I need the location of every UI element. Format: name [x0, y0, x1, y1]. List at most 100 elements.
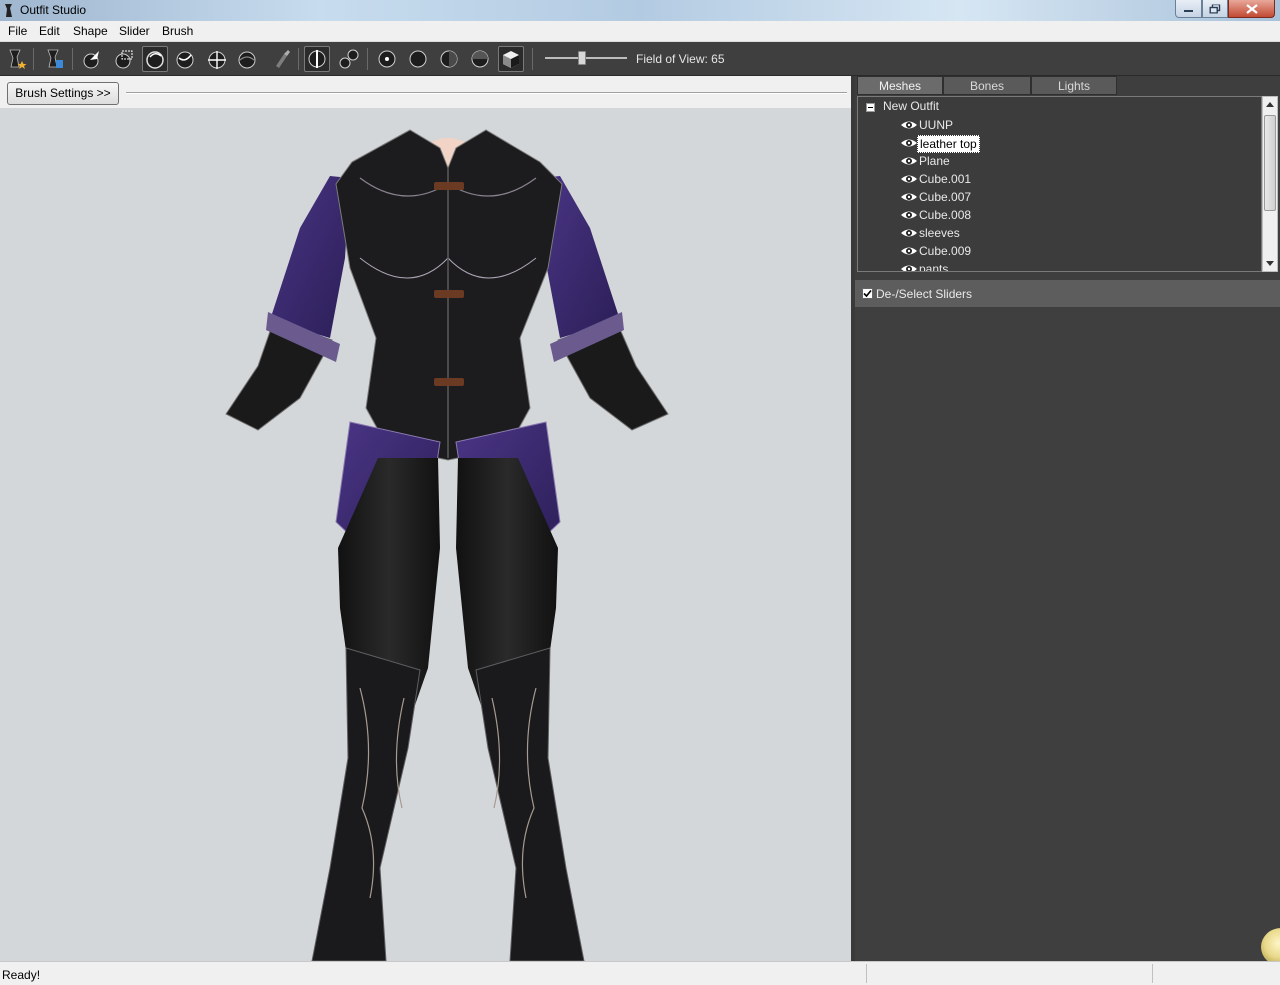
mesh-label: Cube.008: [919, 208, 972, 222]
select-brush-icon: [83, 51, 99, 69]
mesh-item[interactable]: UUNP: [900, 117, 1100, 134]
smooth-brush-button[interactable]: [234, 46, 260, 72]
new-outfit-icon: [9, 49, 27, 69]
clasp-1: [434, 182, 464, 190]
mesh-item[interactable]: Plane: [900, 153, 1100, 170]
mesh-tree[interactable]: New Outfit UUNP leather top Plane Cube.001 C…: [857, 96, 1262, 272]
check-icon: [863, 289, 872, 298]
mesh-item[interactable]: Cube.007: [900, 189, 1100, 206]
smooth-brush-icon: [238, 51, 256, 69]
title-bar: Outfit Studio: [0, 0, 1280, 21]
mesh-item[interactable]: Cube.001: [900, 171, 1100, 188]
tab-lights[interactable]: Lights: [1031, 76, 1117, 95]
menu-brush[interactable]: Brush: [162, 24, 193, 38]
weight-paint-button[interactable]: [268, 46, 294, 72]
mesh-label: pants: [919, 262, 949, 272]
select-sliders-checkbox[interactable]: [862, 288, 873, 299]
mesh-label: Cube.001: [919, 172, 972, 186]
eye-icon[interactable]: [900, 119, 918, 131]
inflate-brush-icon: [146, 51, 164, 69]
left-boot: [311, 647, 421, 961]
app-icon: [5, 4, 12, 17]
inflate-brush-button[interactable]: [142, 46, 168, 72]
menu-file[interactable]: File: [8, 24, 27, 38]
eye-icon[interactable]: [900, 173, 918, 185]
paint-brush-icon: [276, 50, 290, 68]
eye-icon[interactable]: [900, 245, 918, 257]
fov-slider-thumb[interactable]: [578, 51, 586, 65]
menu-slider[interactable]: Slider: [119, 24, 150, 38]
brush-settings-divider: [126, 92, 847, 94]
minimize-button[interactable]: [1175, 0, 1202, 18]
minimize-icon: [1183, 9, 1193, 12]
eye-icon[interactable]: [900, 263, 918, 272]
restore-icon: [1209, 4, 1221, 13]
status-bar: Ready!: [0, 961, 1280, 985]
scroll-thumb[interactable]: [1264, 115, 1276, 211]
restore-button[interactable]: [1202, 0, 1228, 18]
mesh-item[interactable]: Cube.009: [900, 243, 1100, 260]
viewport-panel: Brush Settings >>: [0, 76, 851, 961]
mesh-label: sleeves: [919, 226, 960, 240]
outfit-panel: Meshes Bones Lights New Outfit UUNP leath…: [855, 76, 1280, 966]
scroll-up-icon[interactable]: [1263, 97, 1277, 113]
window-title: Outfit Studio: [20, 3, 87, 17]
eye-icon[interactable]: [900, 137, 918, 149]
mesh-item[interactable]: leather top: [900, 135, 1100, 153]
eye-icon[interactable]: [900, 191, 918, 203]
deflate-brush-icon: [176, 51, 194, 69]
status-text: Ready!: [2, 968, 41, 982]
load-reference-button[interactable]: [41, 46, 67, 72]
clasp-2: [434, 290, 464, 298]
scroll-down-icon[interactable]: [1263, 255, 1277, 271]
collapse-icon[interactable]: [866, 103, 875, 112]
vertex-view-button[interactable]: [374, 46, 400, 72]
texture-icon: [471, 50, 489, 68]
outfit-model: [225, 129, 669, 961]
wireframe-button[interactable]: [405, 46, 431, 72]
fov-slider-track[interactable]: [545, 57, 627, 59]
tab-bones[interactable]: Bones: [943, 76, 1031, 95]
3d-viewport[interactable]: [0, 108, 851, 961]
vertex-icon: [378, 50, 396, 68]
mesh-item[interactable]: sleeves: [900, 225, 1100, 242]
menu-shape[interactable]: Shape: [73, 24, 108, 38]
slider-list: [855, 307, 1280, 966]
eye-icon[interactable]: [900, 155, 918, 167]
close-button[interactable]: [1228, 0, 1275, 18]
load-reference-icon: [47, 49, 63, 68]
status-divider: [866, 964, 867, 983]
mirror-icon: [308, 50, 326, 68]
connected-icon: [339, 49, 359, 69]
wireframe-icon: [409, 50, 427, 68]
mesh-item[interactable]: Cube.008: [900, 207, 1100, 224]
mask-brush-icon: [115, 50, 133, 69]
mesh-label: Cube.009: [919, 244, 972, 258]
eye-icon[interactable]: [900, 209, 918, 221]
tree-scrollbar[interactable]: [1262, 96, 1278, 272]
tree-root-label: New Outfit: [883, 99, 940, 113]
mesh-label: Plane: [919, 154, 950, 168]
fov-label: Field of View: 65: [636, 52, 725, 66]
move-brush-icon: [208, 51, 226, 69]
mesh-item[interactable]: pants: [900, 261, 1100, 272]
lighting-button[interactable]: [436, 46, 462, 72]
lighting-icon: [440, 50, 458, 68]
slider-header: De-/Select Sliders: [855, 280, 1280, 307]
x-mirror-button[interactable]: [304, 46, 330, 72]
texture-button[interactable]: [467, 46, 493, 72]
menu-edit[interactable]: Edit: [39, 24, 60, 38]
brush-settings-bar: Brush Settings >>: [0, 76, 851, 108]
tab-meshes[interactable]: Meshes: [857, 76, 943, 95]
mask-view-button[interactable]: [498, 46, 524, 72]
mask-brush-button[interactable]: [111, 46, 137, 72]
eye-icon[interactable]: [900, 227, 918, 239]
brush-settings-button[interactable]: Brush Settings >>: [7, 82, 119, 105]
new-project-button[interactable]: [3, 46, 29, 72]
select-brush-button[interactable]: [79, 46, 105, 72]
deflate-brush-button[interactable]: [172, 46, 198, 72]
move-brush-button[interactable]: [204, 46, 230, 72]
connected-only-button[interactable]: [336, 46, 362, 72]
left-sleeve: [270, 176, 350, 338]
select-sliders-label[interactable]: De-/Select Sliders: [876, 287, 972, 301]
